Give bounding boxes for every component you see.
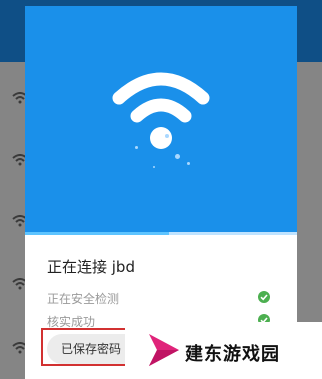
dialog-banner bbox=[25, 6, 297, 232]
watermark: 建东游戏园 bbox=[125, 322, 322, 379]
sparkle-dot bbox=[135, 146, 138, 149]
sparkle-dot bbox=[153, 166, 155, 168]
step-security-check: 正在安全检测 bbox=[47, 292, 120, 306]
progress-fill bbox=[25, 232, 170, 235]
wifi-icon bbox=[112, 72, 210, 149]
check-circle-icon bbox=[258, 291, 270, 303]
sparkle-dot bbox=[165, 134, 169, 138]
connecting-status: 正在连接 jbd bbox=[47, 258, 135, 276]
watermark-text: 建东游戏园 bbox=[185, 344, 280, 365]
sparkle-dot bbox=[187, 162, 190, 165]
sparkle-dot bbox=[175, 154, 180, 159]
play-logo-icon bbox=[149, 334, 179, 366]
connection-progress-bar bbox=[25, 232, 297, 235]
